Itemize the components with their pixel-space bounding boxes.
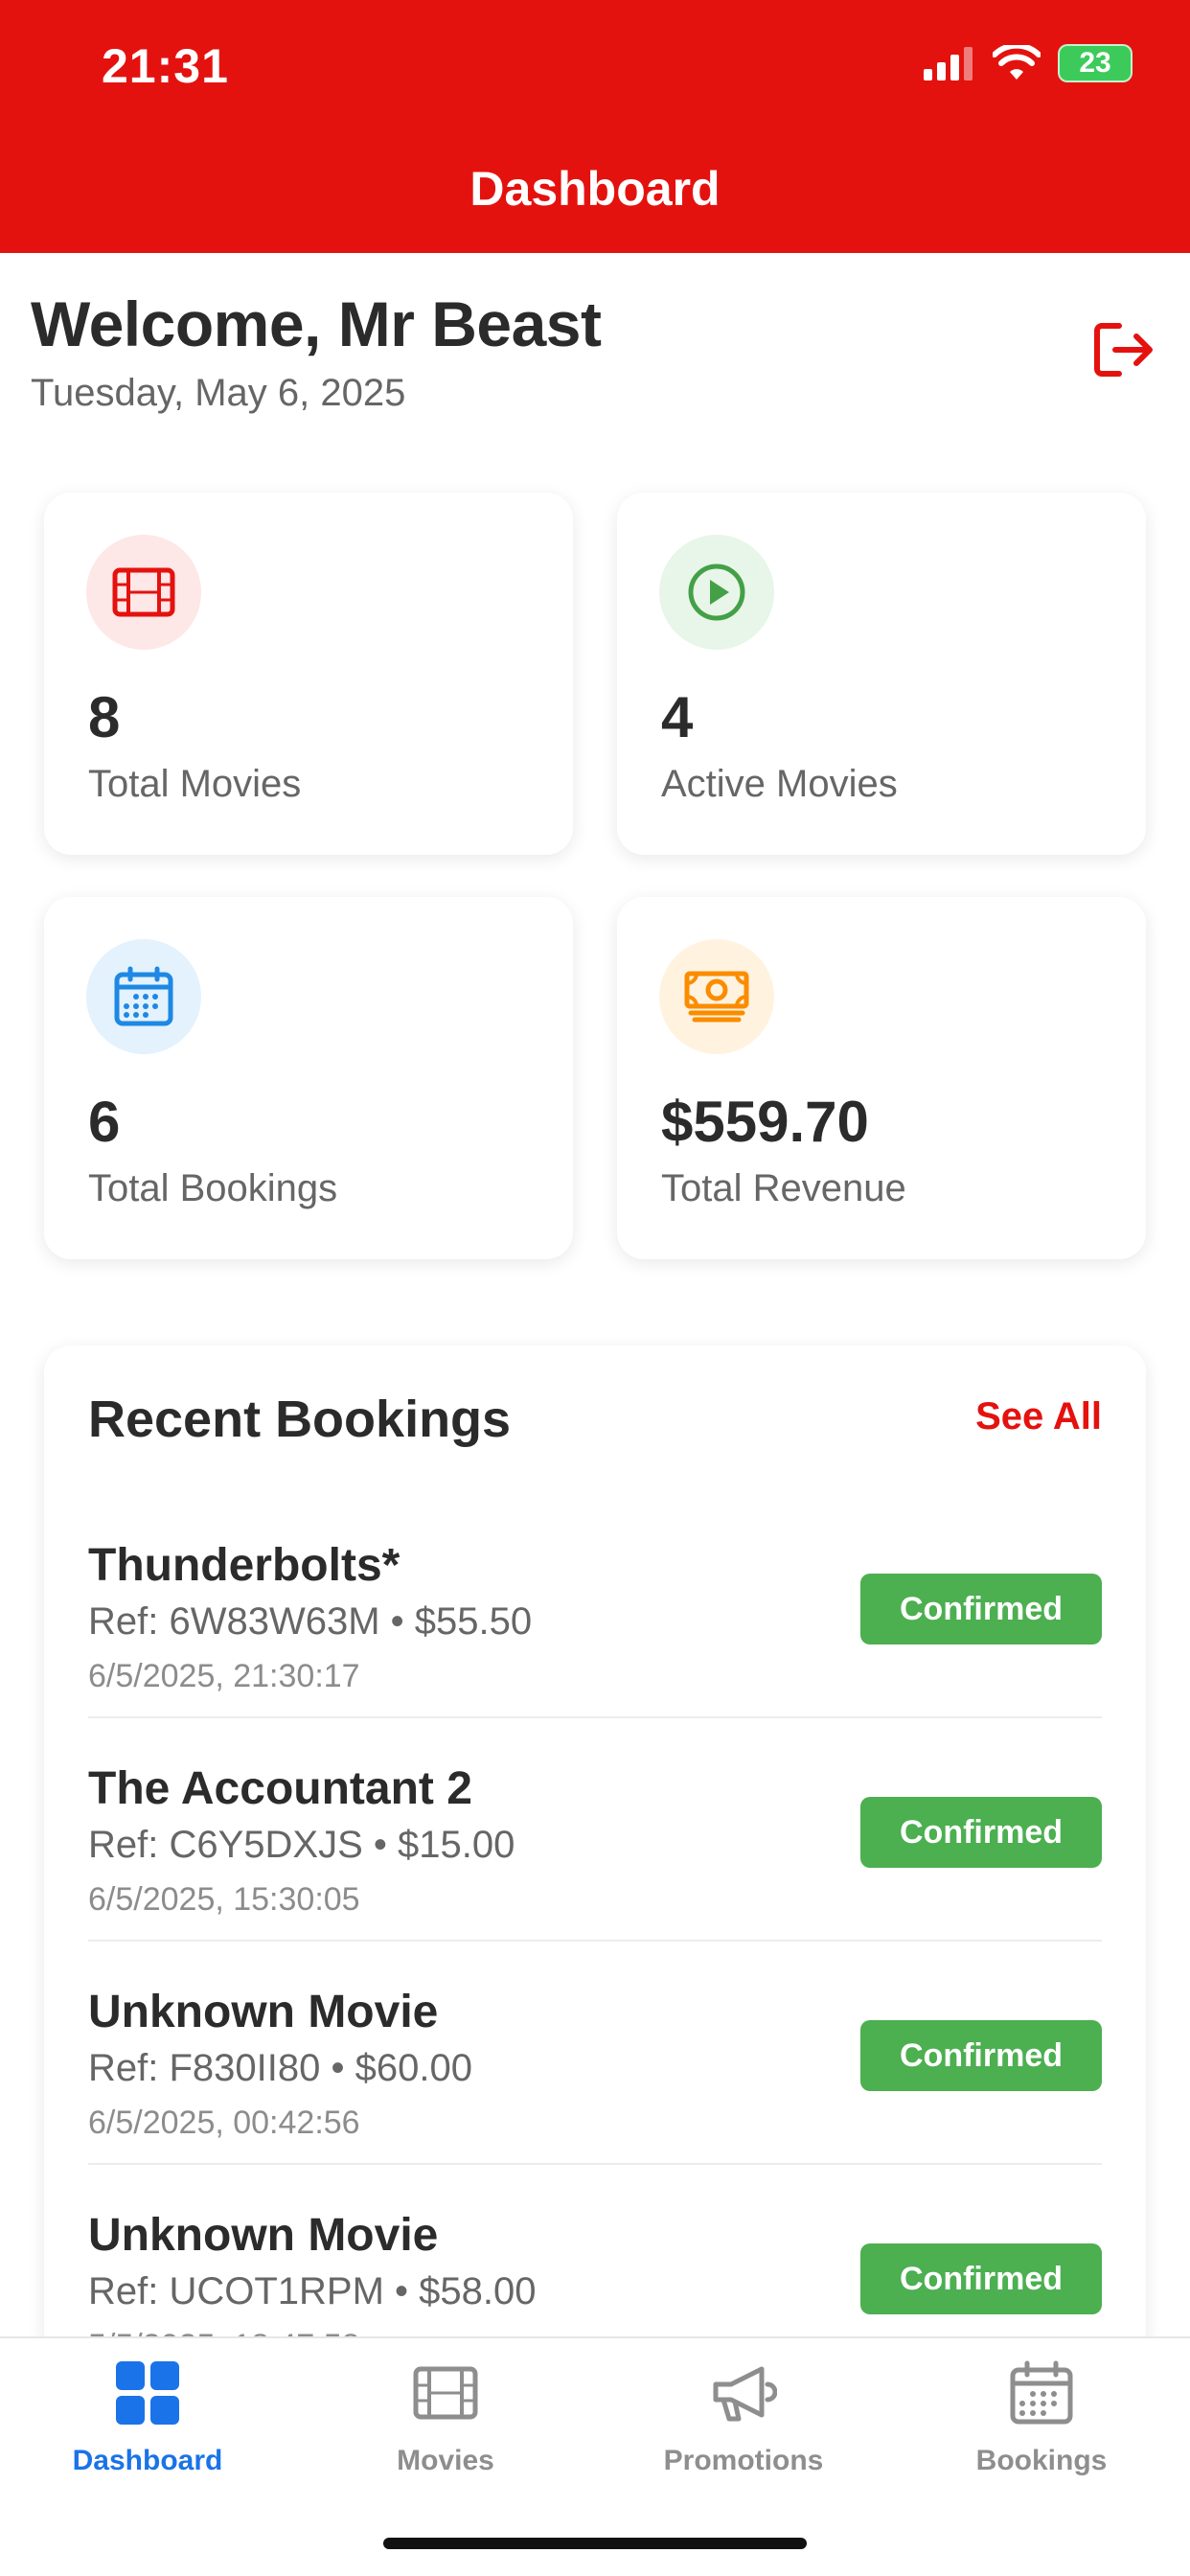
stat-card-total-bookings: 6 Total Bookings bbox=[44, 897, 573, 1259]
home-indicator bbox=[383, 2538, 807, 2549]
wifi-icon bbox=[993, 45, 1041, 80]
booking-row[interactable]: Thunderbolts* Ref: 6W83W63M • $55.50 6/5… bbox=[88, 1495, 1102, 1718]
stat-label: Total Bookings bbox=[88, 1167, 338, 1209]
status-badge: Confirmed bbox=[860, 1797, 1102, 1868]
stat-value: 6 bbox=[88, 1090, 121, 1154]
app-header: 21:31 23 Dashboard bbox=[0, 0, 1190, 253]
film-icon bbox=[413, 2366, 478, 2420]
tab-dashboard[interactable]: Dashboard bbox=[33, 2359, 263, 2477]
booking-movie: The Accountant 2 bbox=[88, 1763, 472, 1814]
booking-movie: Unknown Movie bbox=[88, 2210, 439, 2261]
booking-row[interactable]: Unknown Movie Ref: F830II80 • $60.00 6/5… bbox=[88, 1942, 1102, 2165]
booking-ref: Ref: UCOT1RPM • $58.00 bbox=[88, 2270, 537, 2312]
see-all-link[interactable]: See All bbox=[975, 1395, 1102, 1438]
stat-value: 8 bbox=[88, 685, 121, 749]
welcome-title: Welcome, Mr Beast bbox=[31, 288, 602, 359]
stat-card-active-movies: 4 Active Movies bbox=[617, 493, 1146, 855]
tab-label: Promotions bbox=[663, 2445, 824, 2476]
grid-icon bbox=[116, 2361, 179, 2425]
stat-label: Active Movies bbox=[661, 763, 898, 805]
booking-ref: Ref: 6W83W63M • $55.50 bbox=[88, 1600, 533, 1643]
booking-ref: Ref: F830II80 • $60.00 bbox=[88, 2047, 472, 2089]
tab-promotions[interactable]: Promotions bbox=[629, 2359, 858, 2477]
tab-label: Bookings bbox=[975, 2445, 1108, 2476]
stat-label: Total Movies bbox=[88, 763, 302, 805]
status-badge: Confirmed bbox=[860, 2020, 1102, 2091]
battery-level: 23 bbox=[1079, 47, 1111, 79]
status-badge: Confirmed bbox=[860, 2243, 1102, 2314]
stat-value: 4 bbox=[661, 685, 694, 749]
calendar-icon bbox=[86, 939, 201, 1054]
stat-label: Total Revenue bbox=[661, 1167, 906, 1209]
stat-card-total-revenue: $559.70 Total Revenue bbox=[617, 897, 1146, 1259]
status-time: 21:31 bbox=[102, 39, 229, 93]
status-badge: Confirmed bbox=[860, 1574, 1102, 1644]
booking-movie: Unknown Movie bbox=[88, 1987, 439, 2037]
battery-icon: 23 bbox=[1058, 44, 1133, 82]
booking-movie: Thunderbolts* bbox=[88, 1540, 400, 1591]
film-icon bbox=[86, 535, 201, 650]
page-title: Dashboard bbox=[469, 162, 721, 216]
logout-icon[interactable] bbox=[1092, 320, 1156, 380]
tab-label: Dashboard bbox=[72, 2445, 223, 2476]
stat-card-total-movies: 8 Total Movies bbox=[44, 493, 573, 855]
tab-movies[interactable]: Movies bbox=[331, 2359, 561, 2477]
booking-ref: Ref: C6Y5DXJS • $15.00 bbox=[88, 1824, 515, 1866]
megaphone-icon bbox=[713, 2366, 778, 2422]
tab-bookings[interactable]: Bookings bbox=[927, 2359, 1156, 2477]
booking-timestamp: 6/5/2025, 21:30:17 bbox=[88, 1658, 360, 1694]
booking-timestamp: 6/5/2025, 00:42:56 bbox=[88, 2104, 360, 2141]
booking-timestamp: 6/5/2025, 15:30:05 bbox=[88, 1881, 360, 1918]
booking-row[interactable]: The Accountant 2 Ref: C6Y5DXJS • $15.00 … bbox=[88, 1718, 1102, 1942]
signal-icon bbox=[924, 47, 973, 80]
tab-label: Movies bbox=[397, 2445, 494, 2476]
recent-bookings-title: Recent Bookings bbox=[88, 1391, 512, 1448]
cash-icon bbox=[659, 939, 774, 1054]
status-icons: 23 bbox=[922, 44, 1133, 82]
play-circle-icon bbox=[659, 535, 774, 650]
stat-value: $559.70 bbox=[661, 1090, 869, 1154]
calendar-icon bbox=[1010, 2360, 1073, 2425]
current-date: Tuesday, May 6, 2025 bbox=[31, 372, 406, 414]
